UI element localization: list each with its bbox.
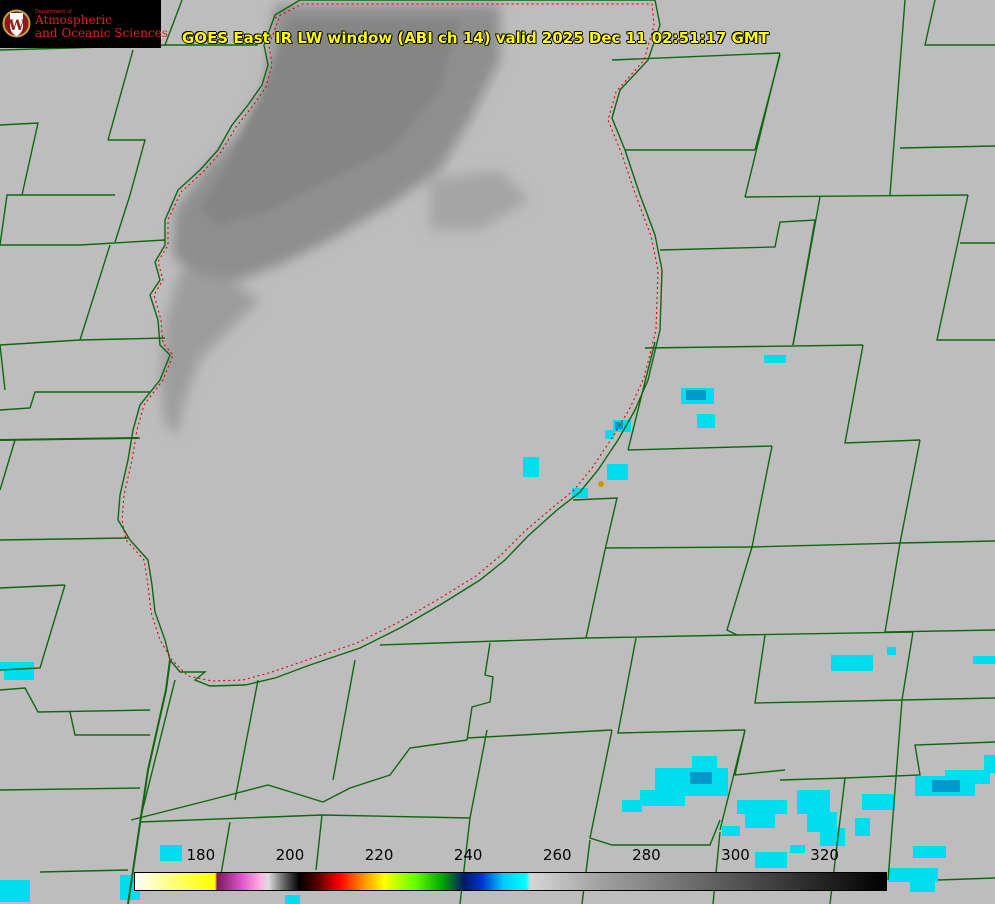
logo-line-2: and Oceanic Sciences xyxy=(35,26,168,40)
colorbar-tick-label: 180 xyxy=(186,846,216,864)
logo-line-1: Atmospheric xyxy=(35,13,112,27)
uw-aos-logo: W Department of Atmospheric and Oceanic … xyxy=(0,0,168,48)
colorbar-tick-label: 220 xyxy=(364,846,394,864)
colorbar-tick-label: 280 xyxy=(632,846,661,864)
colorbar-tick-label: 200 xyxy=(275,846,305,864)
colorbar-tick-label: 240 xyxy=(453,846,483,864)
uw-crest-icon: W xyxy=(2,9,31,38)
colorbar-tick-label: 260 xyxy=(542,846,572,864)
image-title: GOES East IR LW window (ABI ch 14) valid… xyxy=(182,29,770,47)
satellite-image-viewer: W Department of Atmospheric and Oceanic … xyxy=(0,0,995,904)
station-marker xyxy=(598,481,604,487)
ir-satellite-map xyxy=(0,0,995,904)
colorbar-tick-label: 320 xyxy=(810,846,839,864)
temperature-colorbar xyxy=(134,872,887,891)
seal-letter: W xyxy=(8,18,25,34)
colorbar-tick-label: 300 xyxy=(721,846,750,864)
